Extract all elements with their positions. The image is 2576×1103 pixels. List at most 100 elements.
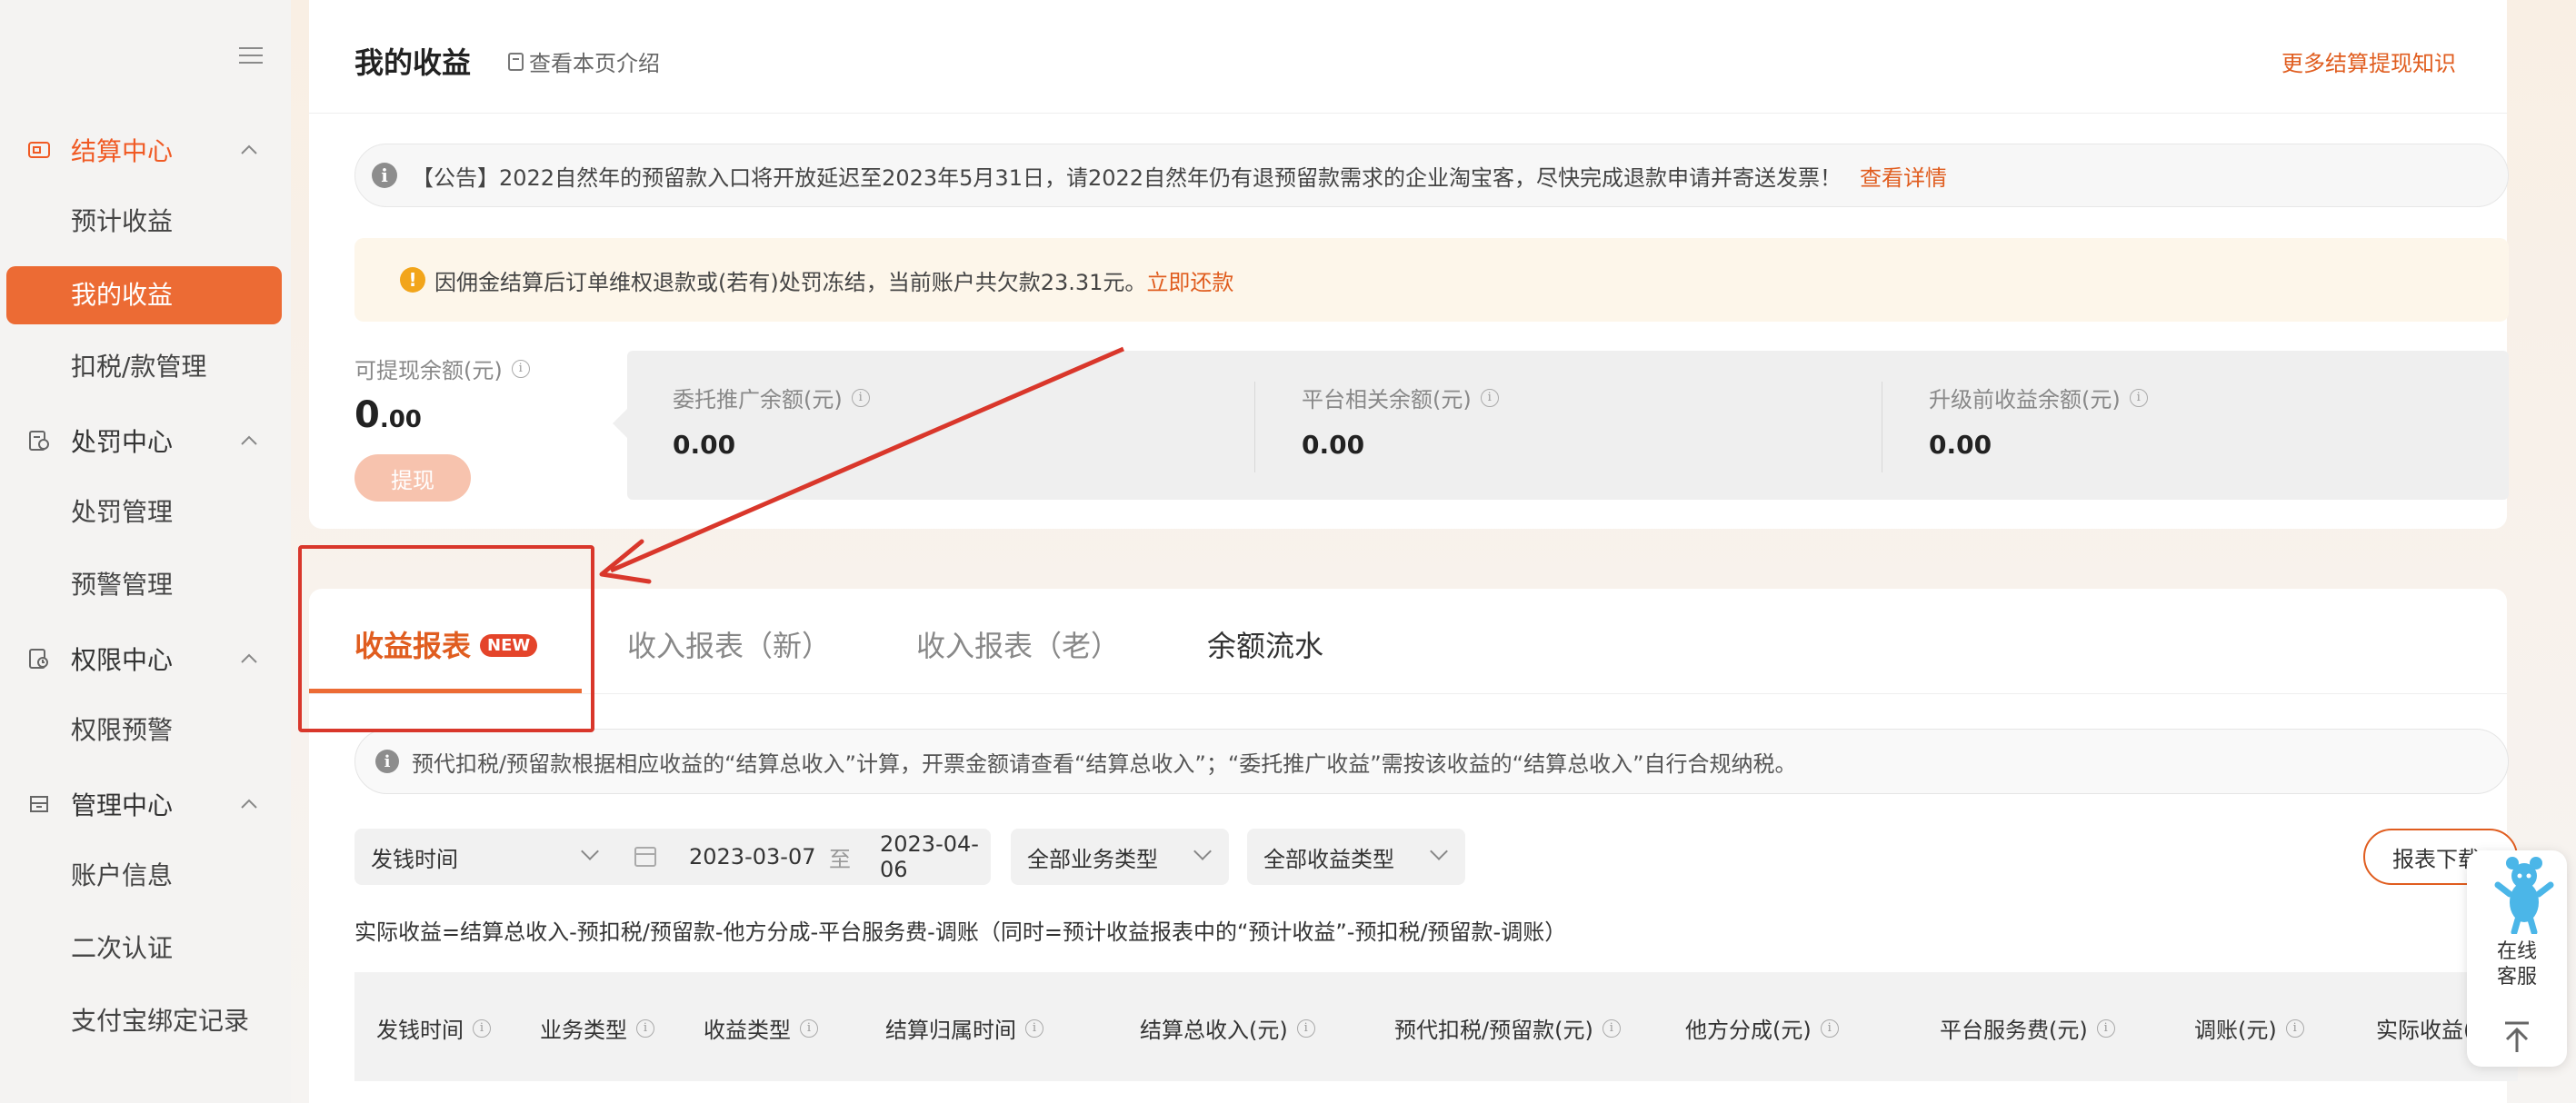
sidebar-group-label: 权限中心: [71, 645, 174, 675]
announcement-text: 【公告】2022自然年的预留款入口将开放延迟至2023年5月31日，请2022自…: [412, 164, 1842, 191]
sidebar-item-permission-warning[interactable]: 权限预警: [71, 701, 173, 760]
info-icon[interactable]: i: [800, 1019, 818, 1038]
income-type-select[interactable]: 全部收益类型: [1247, 829, 1465, 885]
column-header: 他方分成(元) i: [1685, 1012, 1839, 1044]
view-details-link[interactable]: 查看详情: [1860, 160, 1947, 192]
withdraw-button[interactable]: 提现: [354, 454, 471, 502]
sidebar-group-label: 结算中心: [71, 136, 174, 166]
chevron-down-icon: [1193, 842, 1212, 860]
menu-toggle-icon[interactable]: [239, 47, 263, 65]
page-intro-label: 查看本页介绍: [529, 51, 660, 76]
sidebar: 结算中心 预计收益 我的收益 扣税/款管理 处罚中心 处罚管理 预警管理 权限中…: [0, 0, 291, 1103]
sidebar-item-account-info[interactable]: 账户信息: [71, 847, 173, 905]
warning-icon: !: [400, 267, 425, 293]
back-to-top-icon[interactable]: [2494, 1014, 2540, 1059]
chevron-up-icon[interactable]: [238, 430, 260, 452]
announcement-bar: i 【公告】2022自然年的预留款入口将开放延迟至2023年5月31日，请202…: [354, 144, 2509, 207]
end-date-input[interactable]: 2023-04-06: [880, 831, 991, 882]
tab-revenue-report-new[interactable]: 收入报表（新）: [627, 623, 831, 665]
info-icon[interactable]: i: [1480, 388, 1499, 407]
tab-revenue-report-old[interactable]: 收入报表（老）: [916, 623, 1120, 665]
business-type-select[interactable]: 全部业务类型: [1011, 829, 1229, 885]
mascot-icon: [2494, 857, 2554, 934]
withdrawable-balance-value: 0.00: [354, 394, 422, 436]
chevron-up-icon[interactable]: [238, 139, 260, 161]
column-label: 结算归属时间: [885, 1018, 1016, 1043]
business-type-value: 全部业务类型: [1027, 846, 1158, 872]
entrusted-balance-label: 委托推广余额(元): [673, 387, 843, 412]
column-label: 发钱时间: [376, 1018, 464, 1043]
info-icon[interactable]: i: [636, 1019, 654, 1038]
sidebar-group-label: 管理中心: [71, 790, 174, 820]
platform-balance-label: 平台相关余额(元): [1302, 387, 1472, 412]
repay-now-link[interactable]: 立即还款: [1146, 264, 1233, 296]
tax-tip-text: 预代扣税/预留款根据相应收益的“结算总收入”计算，开票金额请查看“结算总收入”；…: [412, 750, 1797, 777]
sidebar-item-warning-management[interactable]: 预警管理: [71, 556, 173, 614]
pre-upgrade-balance-label: 升级前收益余额(元): [1929, 387, 2121, 412]
info-icon[interactable]: i: [1025, 1019, 1043, 1038]
management-icon: [27, 792, 51, 816]
sidebar-item-estimated-income[interactable]: 预计收益: [71, 193, 173, 251]
sidebar-group-permission[interactable]: 权限中心: [0, 627, 291, 691]
annotation-highlight-box: [298, 545, 594, 732]
sidebar-item-my-income[interactable]: 我的收益: [6, 266, 282, 324]
platform-balance-value: 0.00: [1302, 430, 1365, 460]
sidebar-item-alipay-binding[interactable]: 支付宝绑定记录: [71, 992, 249, 1050]
start-date-input[interactable]: 2023-03-07: [689, 844, 815, 869]
sidebar-item-penalty-management[interactable]: 处罚管理: [71, 483, 173, 542]
info-icon[interactable]: i: [1296, 1019, 1315, 1038]
page-intro-link[interactable]: 查看本页介绍: [507, 45, 660, 77]
info-icon[interactable]: i: [851, 388, 870, 407]
sidebar-group-management[interactable]: 管理中心: [0, 772, 291, 836]
column-header: 调账(元) i: [2194, 1012, 2304, 1044]
divider: [1254, 382, 1255, 472]
warning-text: 因佣金结算后订单维权退款或(若有)处罚冻结，当前账户共欠款23.31元。: [434, 269, 1147, 295]
info-icon[interactable]: i: [2285, 1019, 2304, 1038]
balance-breakdown-panel: 委托推广余额(元) i 0.00 平台相关余额(元) i 0.00 升级前收益余额(…: [613, 351, 2509, 500]
withdrawable-balance-label: 可提现余额(元) i: [354, 353, 530, 384]
penalty-icon: [27, 429, 51, 452]
more-knowledge-link[interactable]: 更多结算提现知识: [2281, 45, 2456, 77]
column-header: 发钱时间 i: [376, 1012, 491, 1044]
time-type-select[interactable]: 发钱时间: [371, 841, 458, 873]
column-header: 业务类型 i: [540, 1012, 654, 1044]
info-icon[interactable]: i: [473, 1019, 491, 1038]
balance-decimal: .00: [379, 406, 422, 433]
income-overview-card: 我的收益 查看本页介绍 更多结算提现知识 i 【公告】2022自然年的预留款入口…: [309, 0, 2509, 529]
column-header: 预代扣税/预留款(元) i: [1394, 1012, 1621, 1044]
column-header: 结算总收入(元) i: [1140, 1012, 1315, 1044]
chevron-down-icon: [1430, 842, 1448, 860]
sidebar-group-penalty[interactable]: 处罚中心: [0, 409, 291, 472]
column-header: 结算归属时间 i: [885, 1012, 1043, 1044]
chevron-down-icon[interactable]: [581, 842, 599, 860]
info-icon: i: [372, 163, 397, 188]
document-icon: [508, 52, 524, 71]
tax-tip-bar: i 预代扣税/预留款根据相应收益的“结算总收入”计算，开票金额请查看“结算总收入…: [354, 729, 2509, 794]
info-icon[interactable]: i: [2096, 1019, 2115, 1038]
balance-integer: 0: [354, 394, 380, 436]
sidebar-item-tax-management[interactable]: 扣税/款管理: [71, 338, 206, 396]
online-service-widget[interactable]: 在线 客服: [2467, 850, 2567, 1067]
settlement-icon: [27, 138, 51, 162]
online-service-label: 在线 客服: [2467, 939, 2567, 990]
divider: [309, 693, 2507, 694]
service-line2: 客服: [2496, 966, 2537, 989]
column-label: 预代扣税/预留款(元): [1394, 1018, 1593, 1043]
table-header: 发钱时间 i 业务类型 i 收益类型 i 结算归属时间 i 结算总收入(元) i 预代扣税…: [354, 972, 2518, 1081]
info-icon[interactable]: i: [1820, 1019, 1839, 1038]
income-type-value: 全部收益类型: [1263, 846, 1394, 872]
sidebar-group-settlement[interactable]: 结算中心: [0, 118, 291, 182]
entrusted-balance: 委托推广余额(元) i 0.00: [673, 382, 870, 460]
tab-balance-flow[interactable]: 余额流水: [1207, 623, 1323, 665]
info-icon[interactable]: i: [1602, 1019, 1621, 1038]
info-icon[interactable]: i: [2129, 388, 2148, 407]
column-header: 平台服务费(元) i: [1940, 1012, 2115, 1044]
chevron-up-icon[interactable]: [238, 648, 260, 670]
sidebar-item-2fa[interactable]: 二次认证: [71, 919, 173, 978]
info-icon: i: [375, 750, 399, 773]
info-icon[interactable]: i: [511, 359, 530, 378]
sidebar-group-label: 处罚中心: [71, 427, 174, 457]
calendar-icon[interactable]: [634, 847, 656, 867]
debt-warning-bar: ! 因佣金结算后订单维权退款或(若有)处罚冻结，当前账户共欠款23.31元。 立…: [354, 238, 2509, 322]
chevron-up-icon[interactable]: [238, 793, 260, 815]
